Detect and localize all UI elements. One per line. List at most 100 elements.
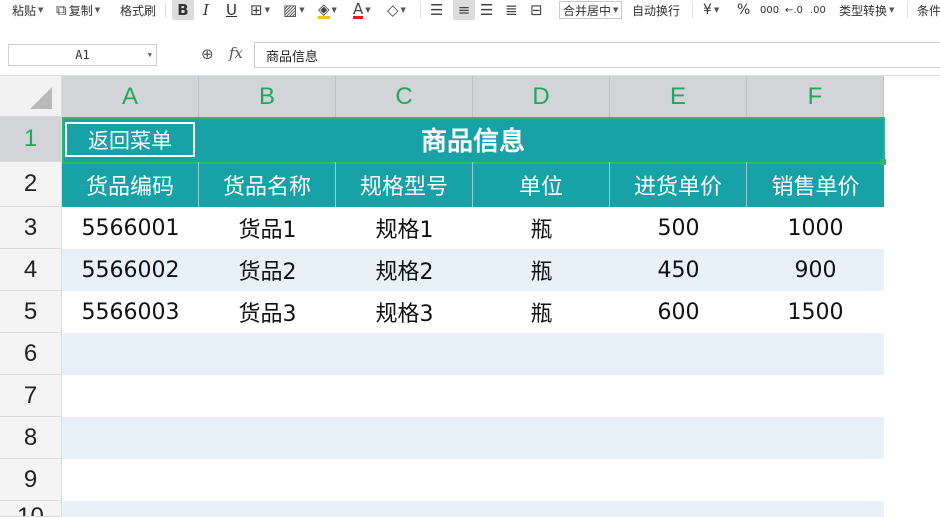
copy-label: 复制 xyxy=(68,3,93,18)
underline-label: U xyxy=(226,1,237,19)
data-cell[interactable]: 货品1 xyxy=(199,207,336,249)
conditional-format-button[interactable]: 条件 xyxy=(917,0,940,20)
data-cell[interactable]: 5566001 xyxy=(62,207,199,249)
data-cell[interactable]: 5566002 xyxy=(62,249,199,291)
header-cell-sale-price[interactable]: 销售单价 xyxy=(747,162,884,207)
wrap-text-label: 自动换行 xyxy=(632,3,681,18)
row-header-8[interactable]: 8 xyxy=(0,417,62,459)
fill-color-button[interactable]: ◈ ▼ xyxy=(318,0,337,20)
data-cell[interactable]: 5566003 xyxy=(62,291,199,333)
select-all-corner[interactable] xyxy=(0,76,62,117)
formula-input[interactable]: 商品信息 xyxy=(254,42,940,68)
underline-button[interactable]: U xyxy=(226,0,237,20)
cell-selection-outline xyxy=(62,117,885,164)
conditional-format-label: 条件 xyxy=(917,3,940,18)
format-painter-button[interactable]: 格式刷 xyxy=(120,0,156,20)
type-convert-label: 类型转换 xyxy=(839,3,888,18)
column-header-b[interactable]: B xyxy=(199,76,336,117)
percent-icon: % xyxy=(737,2,751,18)
align-center-icon: ≡ xyxy=(457,1,471,19)
data-cell[interactable]: 900 xyxy=(747,249,884,291)
paint-bucket-icon: ◈ xyxy=(318,0,330,19)
paste-label: 粘贴 xyxy=(12,3,37,18)
formula-content: 商品信息 xyxy=(266,49,319,65)
data-cell[interactable]: 500 xyxy=(610,207,747,249)
data-cell[interactable]: 1500 xyxy=(747,291,884,333)
header-cell-item-code[interactable]: 货品编码 xyxy=(62,162,199,207)
data-cell[interactable]: 规格2 xyxy=(336,249,473,291)
header-cell-purchase-price[interactable]: 进货单价 xyxy=(610,162,747,207)
eraser-icon: ◇ xyxy=(387,1,399,19)
increase-decimal-button[interactable]: ←.0 xyxy=(785,0,803,20)
chevron-down-icon: ▼ xyxy=(331,6,337,14)
fill-pattern-button[interactable]: ▨ ▼ xyxy=(283,0,305,20)
row-header-7[interactable]: 7 xyxy=(0,375,62,417)
currency-button[interactable]: ¥ ▼ xyxy=(703,0,719,20)
type-convert-button[interactable]: 类型转换 ▼ xyxy=(839,0,894,20)
copy-icon: ⧉ xyxy=(56,1,67,19)
data-cell[interactable]: 瓶 xyxy=(473,207,610,249)
row-header-1[interactable]: 1 xyxy=(0,117,62,162)
percent-button[interactable]: % xyxy=(737,0,750,20)
header-cell-spec[interactable]: 规格型号 xyxy=(336,162,473,207)
border-button[interactable]: ⊞ ▼ xyxy=(250,0,270,20)
align-left-button[interactable]: ☰ xyxy=(430,0,443,20)
chevron-down-icon: ▼ xyxy=(713,6,720,14)
chevron-down-icon: ▼ xyxy=(613,6,619,14)
toolbar-divider xyxy=(420,2,421,18)
data-cell[interactable]: 600 xyxy=(610,291,747,333)
column-header-a[interactable]: A xyxy=(62,76,199,117)
decrease-decimal-icon: .00 xyxy=(810,4,826,16)
data-cell[interactable]: 规格3 xyxy=(336,291,473,333)
data-cell[interactable]: 货品3 xyxy=(199,291,336,333)
italic-button[interactable]: I xyxy=(203,0,209,20)
name-box[interactable]: A1 ▼ xyxy=(8,44,157,66)
row-header-6[interactable]: 6 xyxy=(0,333,62,375)
wrap-text-button[interactable]: 自动换行 xyxy=(632,0,680,20)
distribute-button[interactable]: ⊟ xyxy=(530,0,543,20)
header-cell-item-name[interactable]: 货品名称 xyxy=(199,162,336,207)
chevron-down-icon: ▼ xyxy=(400,6,406,14)
italic-label: I xyxy=(203,1,209,19)
row-header-2[interactable]: 2 xyxy=(0,162,62,207)
copy-button[interactable]: ⧉ 复制 ▼ xyxy=(56,0,100,20)
data-cell[interactable]: 瓶 xyxy=(473,249,610,291)
font-color-button[interactable]: A ▼ xyxy=(353,0,371,20)
spreadsheet-grid: A B C D E F 1 2 3 4 5 6 7 8 9 10 商品信息 返回… xyxy=(0,76,940,517)
thousands-separator-button[interactable]: 000 xyxy=(760,0,779,20)
merge-center-label: 合并居中 xyxy=(563,3,612,18)
chevron-down-icon[interactable]: ▼ xyxy=(148,51,152,59)
data-cell[interactable]: 规格1 xyxy=(336,207,473,249)
ribbon-toolbar: 粘贴 ▼ ⧉ 复制 ▼ 格式刷 B I U ⊞ ▼ ▨ ▼ ◈ ▼ A ▼ ◇ ▼ ☰ ≡ ☰… xyxy=(0,0,940,20)
align-center-button[interactable]: ≡ xyxy=(453,0,475,20)
row-header-3[interactable]: 3 xyxy=(0,207,62,249)
paste-button[interactable]: 粘贴 ▼ xyxy=(12,0,43,20)
align-left-icon: ☰ xyxy=(430,1,444,19)
decrease-decimal-button[interactable]: .00 xyxy=(810,0,826,20)
bold-button[interactable]: B xyxy=(172,0,194,20)
column-header-d[interactable]: D xyxy=(473,76,610,117)
column-header-c[interactable]: C xyxy=(336,76,473,117)
column-header-f[interactable]: F xyxy=(747,76,884,117)
row-header-4[interactable]: 4 xyxy=(0,249,62,291)
align-right-button[interactable]: ☰ xyxy=(480,0,493,20)
justify-icon: ≣ xyxy=(505,1,518,19)
function-icon[interactable]: fx xyxy=(229,44,243,62)
header-cell-unit[interactable]: 单位 xyxy=(473,162,610,207)
data-cell[interactable]: 450 xyxy=(610,249,747,291)
distribute-icon: ⊟ xyxy=(530,1,543,19)
zoom-icon[interactable]: ⊕ xyxy=(201,45,214,63)
row-header-9[interactable]: 9 xyxy=(0,459,62,501)
fill-pattern-icon: ▨ xyxy=(283,1,298,19)
row-header-5[interactable]: 5 xyxy=(0,291,62,333)
clear-format-button[interactable]: ◇ ▼ xyxy=(387,0,406,20)
stripe-row xyxy=(62,417,884,459)
data-cell[interactable]: 瓶 xyxy=(473,291,610,333)
data-cell[interactable]: 1000 xyxy=(747,207,884,249)
format-painter-label: 格式刷 xyxy=(120,3,157,18)
merge-center-button[interactable]: 合并居中 ▼ xyxy=(559,1,623,19)
row-header-10[interactable]: 10 xyxy=(0,501,62,517)
column-header-e[interactable]: E xyxy=(610,76,747,117)
data-cell[interactable]: 货品2 xyxy=(199,249,336,291)
justify-button[interactable]: ≣ xyxy=(505,0,518,20)
